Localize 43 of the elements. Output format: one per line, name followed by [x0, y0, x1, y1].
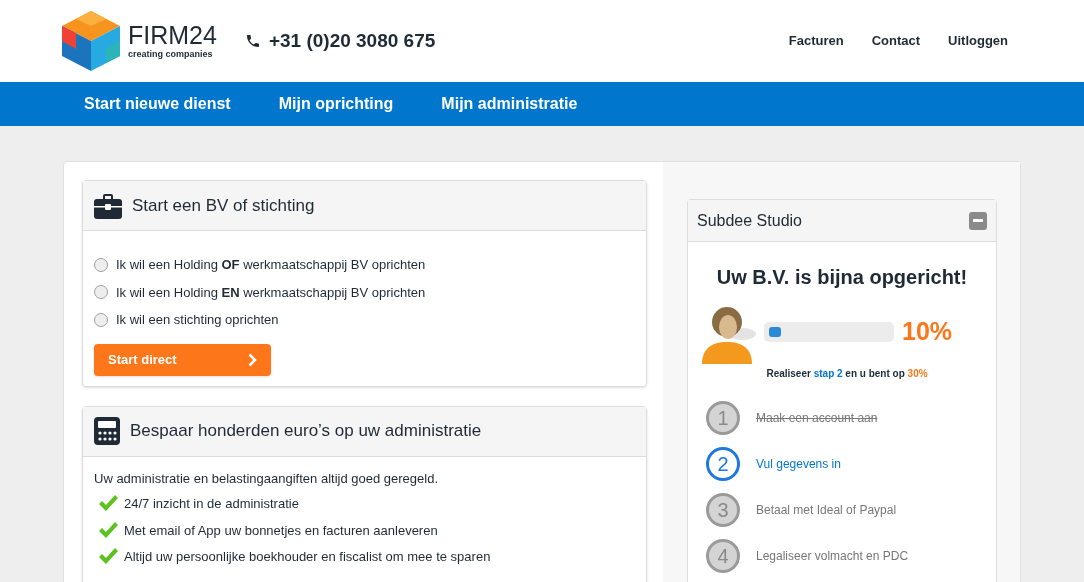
- step-label: Legaliseer volmacht en PDC: [756, 548, 909, 565]
- hint-text: Realiseer stap 2 en u bent op 30%: [765, 367, 929, 381]
- option-label[interactable]: Ik wil een stichting oprichten: [116, 310, 279, 330]
- status-heading: Uw B.V. is bijna opgericht!: [715, 265, 969, 290]
- progress-percentage: 10%: [902, 316, 953, 348]
- panel-title: Subdee Studio: [697, 210, 802, 231]
- logo-tagline: creating companies: [128, 48, 214, 60]
- nav-link[interactable]: Mijn oprichting: [278, 92, 394, 116]
- intro-text: Uw administratie en belastingaangiften altijd goed geregeld.: [94, 469, 439, 488]
- header-link[interactable]: Facturen: [788, 31, 844, 51]
- step-label: Betaal met Ideal of Paypal: [756, 502, 897, 519]
- header-link[interactable]: Uitloggen: [948, 31, 1008, 51]
- feature-text: Met email of App uw bonnetjes en facturen aanleveren: [124, 521, 438, 540]
- radio-button[interactable]: [94, 257, 108, 272]
- step-number: 1: [706, 401, 740, 435]
- feature-text: Altijd uw persoonlijke boekhouder en fiscalist om mee te sparen: [124, 548, 491, 566]
- chevron-right-icon: [248, 352, 257, 367]
- card-title: Start een BV of stichting: [132, 194, 315, 217]
- collapse-button[interactable]: [969, 211, 987, 230]
- step-label: Vul gegevens in: [756, 456, 841, 473]
- phone-icon: [244, 33, 261, 49]
- checkmark-icon: [99, 521, 118, 539]
- phone-number: +31 (0)20 3080 675: [268, 28, 436, 53]
- calculator-icon: [94, 417, 120, 445]
- option-label[interactable]: Ik wil een Holding OF werkmaatschappij BV oprichten: [116, 255, 426, 275]
- checkmark-icon: [99, 548, 118, 566]
- checkmark-icon: [99, 495, 118, 513]
- step-label: Maak een account aan: [756, 410, 878, 427]
- step-number: 2: [706, 447, 740, 481]
- feature-text: 24/7 inzicht in de administratie: [124, 495, 299, 513]
- logo-icon: [62, 11, 120, 71]
- step-number: 4: [706, 539, 740, 573]
- step-link[interactable]: stap 2: [813, 368, 843, 379]
- step-number: 3: [706, 493, 740, 527]
- nav-link[interactable]: Mijn administratie: [441, 92, 578, 116]
- card-title: Bespaar honderden euro’s op uw administratie: [130, 420, 482, 443]
- header-link[interactable]: Contact: [871, 31, 921, 51]
- radio-button[interactable]: [94, 312, 108, 327]
- logo-text: FIRM24: [128, 22, 217, 48]
- nav-link[interactable]: Start nieuwe dienst: [84, 92, 231, 116]
- radio-button[interactable]: [94, 285, 108, 300]
- briefcase-icon: [94, 192, 122, 219]
- option-label[interactable]: Ik wil een Holding EN werkmaatschappij BV oprichten: [116, 282, 426, 302]
